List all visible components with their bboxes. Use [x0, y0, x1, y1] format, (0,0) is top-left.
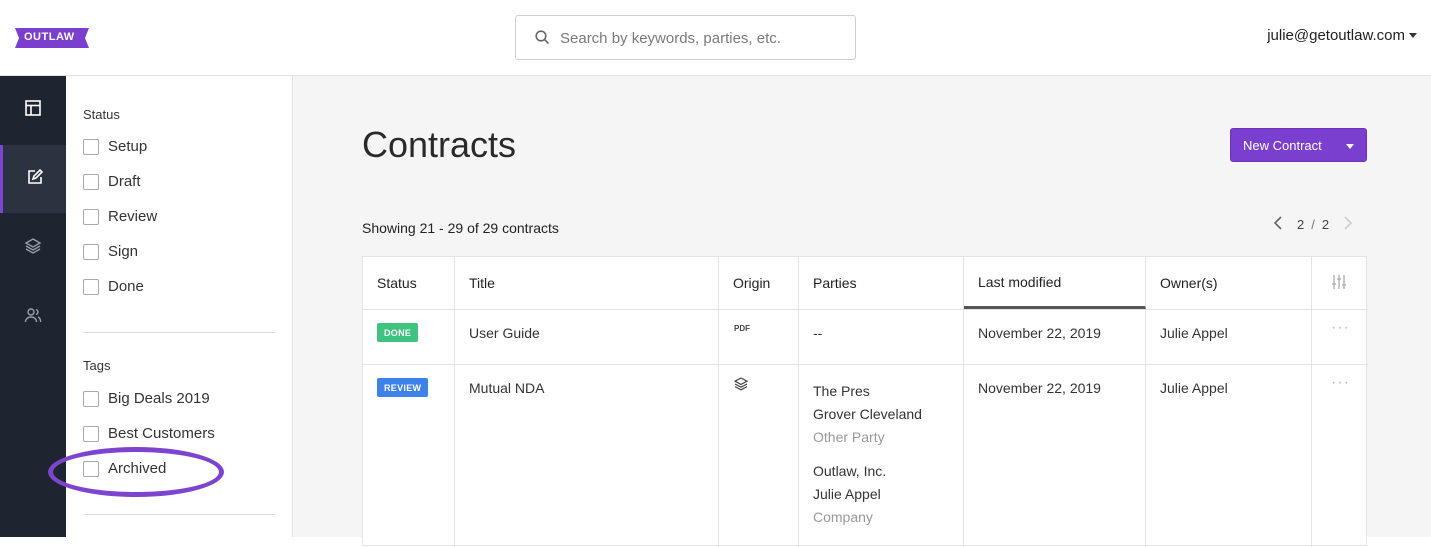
party-name: The Pres — [813, 383, 870, 399]
last-modified-cell: November 22, 2019 — [978, 325, 1101, 341]
divider — [83, 514, 275, 515]
contract-title[interactable]: User Guide — [469, 325, 540, 341]
row-divider — [363, 364, 1368, 365]
filter-status-setup[interactable]: Setup — [83, 138, 147, 155]
filter-status-sign[interactable]: Sign — [83, 243, 138, 260]
checkbox[interactable] — [83, 138, 99, 155]
search-icon — [535, 30, 550, 50]
party-person: Julie Appel — [813, 486, 881, 502]
pdf-icon: PDF — [734, 324, 750, 333]
row-divider — [363, 309, 1368, 310]
new-contract-button[interactable]: New Contract — [1230, 128, 1367, 162]
checkbox[interactable] — [83, 243, 99, 260]
party-role: Company — [813, 509, 873, 525]
last-modified-cell: November 22, 2019 — [978, 380, 1101, 396]
column-header-parties[interactable]: Parties — [799, 257, 964, 309]
highlight-ellipse — [48, 447, 224, 497]
chevron-down-icon — [1409, 33, 1417, 38]
page-title: Contracts — [362, 124, 517, 165]
page-current: 2 — [1297, 217, 1305, 232]
filter-status-done[interactable]: Done — [83, 278, 144, 295]
layers-icon — [733, 377, 749, 394]
chevron-right-icon[interactable] — [1343, 216, 1353, 233]
page-total: 2 — [1321, 217, 1330, 232]
column-divider — [718, 309, 719, 547]
sliders-icon — [1331, 274, 1347, 293]
column-settings[interactable] — [1312, 257, 1368, 309]
column-header-owners[interactable]: Owner(s) — [1146, 257, 1312, 309]
main-content: Contracts New Contract Showing 21 - 29 o… — [293, 76, 1431, 547]
column-divider — [1145, 309, 1146, 547]
nav-dashboard[interactable] — [0, 76, 66, 144]
logo-text: OUTLAW — [24, 31, 75, 43]
top-bar: OUTLAW julie@getoutlaw.com — [0, 0, 1431, 76]
nav-templates[interactable] — [0, 214, 66, 282]
contract-title[interactable]: Mutual NDA — [469, 380, 544, 396]
party-name: Outlaw, Inc. — [813, 463, 887, 479]
filter-status-draft[interactable]: Draft — [83, 173, 141, 190]
result-count: Showing 21 - 29 of 29 contracts — [362, 220, 559, 236]
contracts-table: Status Title Origin Parties Last modifie… — [362, 256, 1368, 547]
checkbox[interactable] — [83, 173, 99, 190]
column-header-last-modified[interactable]: Last modified — [964, 257, 1146, 309]
checkbox[interactable] — [83, 390, 99, 407]
page-separator: / — [1311, 217, 1315, 232]
status-filter-title: Status — [83, 107, 120, 122]
more-icon[interactable]: ··· — [1331, 319, 1350, 337]
divider — [83, 332, 275, 333]
parties-cell: -- — [813, 325, 823, 341]
column-divider — [1311, 309, 1312, 547]
checkbox[interactable] — [83, 425, 99, 442]
checkbox[interactable] — [83, 208, 99, 225]
filter-tag-big-deals[interactable]: Big Deals 2019 — [83, 390, 210, 407]
owner-cell: Julie Appel — [1160, 380, 1228, 396]
party-person: Grover Cleveland — [813, 406, 922, 422]
nav-contracts[interactable] — [0, 145, 66, 213]
pagination: 2 / 2 — [1273, 216, 1353, 233]
chevron-down-icon[interactable] — [1346, 144, 1354, 149]
status-badge: DONE — [377, 323, 419, 342]
parties-cell: The Pres Grover Cleveland Other Party Ou… — [813, 380, 922, 529]
users-icon — [24, 306, 42, 329]
column-header-status[interactable]: Status — [363, 257, 455, 309]
edit-icon — [26, 168, 44, 191]
column-divider — [454, 309, 455, 547]
filter-status-review[interactable]: Review — [83, 208, 157, 225]
filter-tag-best-customers[interactable]: Best Customers — [83, 425, 215, 442]
new-contract-label: New Contract — [1243, 137, 1322, 153]
column-header-title[interactable]: Title — [455, 257, 719, 309]
user-email: julie@getoutlaw.com — [1267, 27, 1405, 44]
nav-team[interactable] — [0, 283, 66, 351]
outlaw-logo[interactable]: OUTLAW — [15, 28, 89, 48]
checkbox[interactable] — [83, 278, 99, 295]
user-menu[interactable]: julie@getoutlaw.com — [1267, 27, 1417, 44]
dashboard-icon — [24, 99, 42, 122]
layers-icon — [24, 237, 42, 260]
column-divider — [963, 309, 964, 547]
search-input[interactable] — [560, 27, 845, 49]
column-divider — [798, 309, 799, 547]
status-badge: REVIEW — [377, 378, 429, 397]
party-role: Other Party — [813, 429, 885, 445]
owner-cell: Julie Appel — [1160, 325, 1228, 341]
search-box[interactable] — [515, 15, 856, 60]
column-header-origin[interactable]: Origin — [719, 257, 799, 309]
more-icon[interactable]: ··· — [1331, 374, 1350, 392]
chevron-left-icon[interactable] — [1273, 216, 1283, 233]
tags-filter-title: Tags — [83, 358, 111, 373]
